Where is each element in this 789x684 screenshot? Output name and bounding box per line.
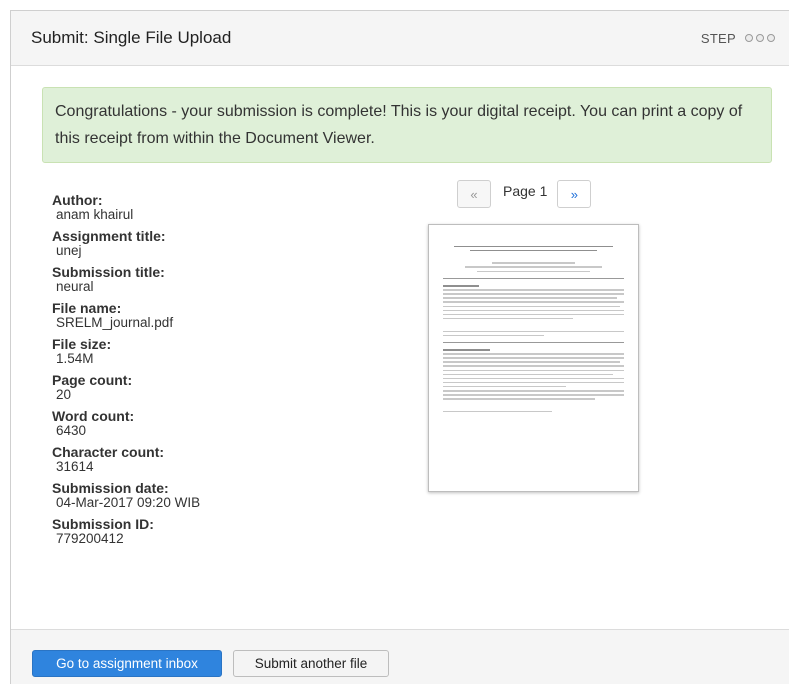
receipt-value: 1.54M: [56, 351, 94, 366]
receipt-label: Word count:: [52, 408, 135, 424]
receipt-label: File name:: [52, 300, 122, 316]
receipt-label: File size:: [52, 336, 112, 352]
previous-page-button[interactable]: «: [457, 180, 491, 208]
receipt-label: Page count:: [52, 372, 133, 388]
receipt-label: Submission title:: [52, 264, 165, 280]
page-indicator: Page 1: [503, 183, 548, 199]
receipt-submission-date: Submission date: 04-Mar-2017 09:20 WIB: [52, 481, 352, 510]
receipt-value: 31614: [56, 459, 94, 474]
submission-window: Submit: Single File Upload STEP Congratu…: [10, 10, 789, 684]
footer-bar: Go to assignment inbox Submit another fi…: [11, 629, 789, 684]
receipt-value: 6430: [56, 423, 87, 438]
receipt-word-count: Word count: 6430: [52, 409, 352, 438]
next-page-button[interactable]: »: [557, 180, 592, 208]
receipt-value: neural: [56, 279, 94, 294]
receipt-value: anam khairul: [56, 207, 134, 222]
step-dot-icon: [745, 34, 753, 42]
go-to-assignment-inbox-button[interactable]: Go to assignment inbox: [32, 650, 222, 677]
document-pager: « Page 1 »: [457, 180, 592, 208]
receipt-details: Author: anam khairul Assignment title: u…: [52, 193, 352, 553]
step-dot-icon: [767, 34, 775, 42]
receipt-label: Submission ID:: [52, 516, 154, 532]
receipt-label: Author:: [52, 192, 103, 208]
receipt-page-count: Page count: 20: [52, 373, 352, 402]
page-title: Submit: Single File Upload: [31, 28, 232, 47]
success-alert: Congratulations - your submission is com…: [42, 87, 772, 163]
receipt-value: 04-Mar-2017 09:20 WIB: [56, 495, 201, 510]
receipt-submission-id: Submission ID: 779200412: [52, 517, 352, 546]
step-label: STEP: [700, 30, 736, 46]
receipt-label: Submission date:: [52, 480, 169, 496]
receipt-value: 20: [56, 387, 72, 402]
receipt-label: Assignment title:: [52, 228, 166, 244]
submit-another-file-button[interactable]: Submit another file: [233, 650, 389, 677]
receipt-character-count: Character count: 31614: [52, 445, 352, 474]
receipt-value: unej: [56, 243, 82, 258]
document-preview-thumbnail[interactable]: [428, 224, 639, 492]
receipt-assignment-title: Assignment title: unej: [52, 229, 352, 258]
receipt-value: SRELM_journal.pdf: [56, 315, 174, 330]
step-dot-icon: [756, 34, 764, 42]
receipt-label: Character count:: [52, 444, 165, 460]
receipt-value: 779200412: [56, 531, 124, 546]
receipt-file-size: File size: 1.54M: [52, 337, 352, 366]
step-indicator: STEP: [701, 31, 775, 46]
receipt-author: Author: anam khairul: [52, 193, 352, 222]
header-bar: Submit: Single File Upload STEP: [11, 11, 789, 66]
receipt-submission-title: Submission title: neural: [52, 265, 352, 294]
receipt-file-name: File name: SRELM_journal.pdf: [52, 301, 352, 330]
